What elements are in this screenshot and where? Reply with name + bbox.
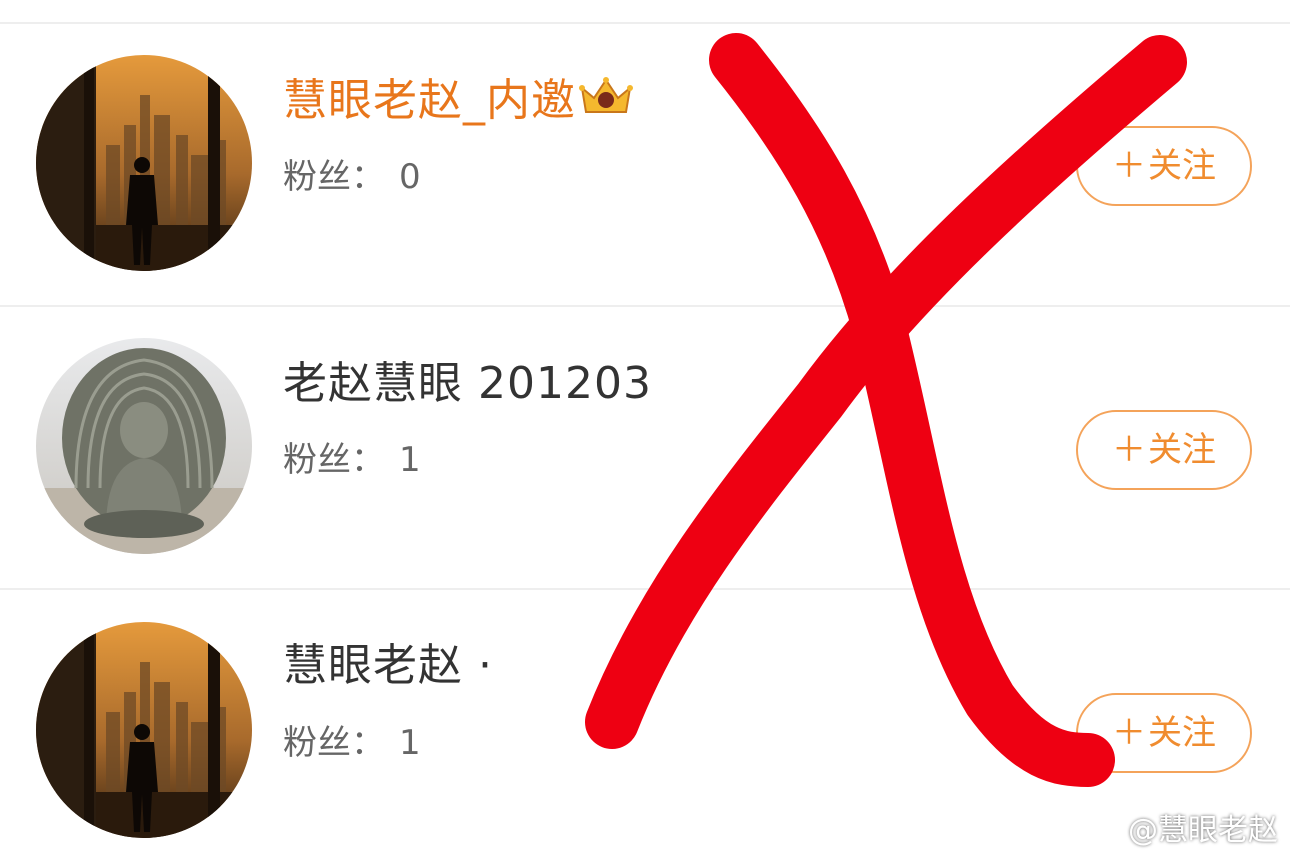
fans-count-row: 粉丝： 1 (283, 722, 421, 764)
user-name[interactable]: 慧眼老赵_内邀 (283, 73, 634, 132)
follow-button-label: 关注 (1148, 713, 1216, 753)
follow-button[interactable]: ＋关注 (1076, 410, 1252, 490)
watermark: @慧眼老赵 (1086, 805, 1278, 851)
fans-count: 1 (399, 440, 421, 480)
plus-icon: ＋ (1112, 430, 1146, 470)
user-name[interactable]: 老赵慧眼 201203 (283, 356, 652, 412)
divider (0, 588, 1290, 590)
avatar[interactable] (36, 622, 252, 838)
plus-icon: ＋ (1112, 713, 1146, 753)
follow-button-label: 关注 (1148, 146, 1216, 186)
city-skyline-avatar-image (36, 622, 252, 838)
city-skyline-avatar-image (36, 55, 252, 271)
fans-label: 粉丝： (283, 440, 385, 480)
follow-button[interactable]: ＋关注 (1076, 126, 1252, 206)
avatar[interactable] (36, 55, 252, 271)
fans-count-row: 粉丝： 0 (283, 156, 421, 198)
fans-count: 0 (399, 157, 421, 197)
divider (0, 22, 1290, 24)
user-name-text[interactable]: 慧眼老赵_内邀 (283, 75, 576, 126)
fans-count-row: 粉丝： 1 (283, 439, 421, 481)
fans-label: 粉丝： (283, 723, 385, 763)
plus-icon: ＋ (1112, 146, 1146, 186)
crown-icon (578, 74, 634, 132)
watermark-text: @慧眼老赵 (1128, 812, 1278, 848)
user-list-screen: 慧眼老赵_内邀 粉丝： 0 ＋关注 老赵慧眼 201203 粉丝： 1 ＋关注 … (0, 0, 1290, 862)
follow-button-label: 关注 (1148, 430, 1216, 470)
divider (0, 305, 1290, 307)
weibo-icon (1086, 812, 1124, 850)
user-name[interactable]: 慧眼老赵 · (283, 638, 493, 694)
avatar[interactable] (36, 338, 252, 554)
fans-count: 1 (399, 723, 421, 763)
follow-button[interactable]: ＋关注 (1076, 693, 1252, 773)
buddha-statue-avatar-image (36, 338, 252, 554)
fans-label: 粉丝： (283, 157, 385, 197)
